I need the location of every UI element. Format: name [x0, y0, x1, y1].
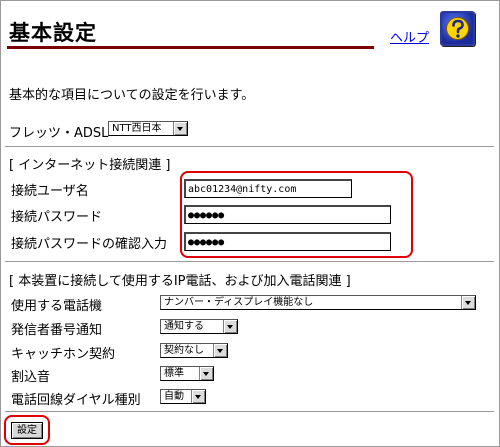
chevron-down-icon	[461, 296, 475, 309]
divider	[5, 411, 494, 412]
help-icon[interactable]	[440, 11, 475, 46]
chevron-down-icon	[199, 367, 213, 380]
password-label: 接続パスワード	[11, 210, 103, 225]
caller-id-value: 通知する	[164, 321, 204, 332]
interrupt-tone-value: 標準	[164, 368, 184, 379]
chevron-down-icon	[173, 122, 187, 135]
interrupt-tone-label: 割込音	[11, 370, 51, 385]
flets-select[interactable]: NTT西日本	[108, 121, 188, 136]
divider	[5, 261, 494, 262]
catch-phone-select[interactable]: 契約なし	[160, 343, 228, 358]
chevron-down-icon	[213, 344, 227, 357]
highlight-box-submit	[4, 415, 50, 445]
page-description: 基本的な項目についての設定を行います。	[9, 88, 255, 103]
title-underline	[7, 46, 374, 49]
highlight-box-credentials	[180, 171, 413, 258]
caller-id-label: 発信者番号通知	[11, 323, 103, 338]
internet-section-title: [ インターネット接続関連 ]	[9, 158, 171, 173]
divider	[5, 146, 494, 147]
help-link[interactable]: ヘルプ	[390, 27, 429, 46]
chevron-down-icon	[191, 390, 205, 403]
phone-device-value: ナンバー・ディスプレイ機能なし	[164, 297, 314, 308]
dial-type-label: 電話回線ダイヤル種別	[11, 393, 141, 408]
flets-label: フレッツ・ADSL	[9, 126, 109, 141]
user-name-label: 接続ユーザ名	[11, 184, 89, 199]
phone-section-title: [ 本装置に接続して使用するIP電話、および加入電話関連 ]	[9, 274, 351, 289]
dial-type-value: 自動	[164, 391, 184, 402]
flets-select-value: NTT西日本	[112, 123, 162, 134]
caller-id-select[interactable]: 通知する	[160, 319, 238, 334]
phone-device-label: 使用する電話機	[11, 299, 103, 314]
page-title: 基本設定	[9, 21, 97, 45]
catch-phone-label: キャッチホン契約	[11, 347, 116, 362]
interrupt-tone-select[interactable]: 標準	[160, 366, 214, 381]
phone-device-select[interactable]: ナンバー・ディスプレイ機能なし	[160, 295, 476, 310]
dial-type-select[interactable]: 自動	[160, 389, 206, 404]
catch-phone-value: 契約なし	[164, 345, 204, 356]
password-confirm-label: 接続パスワードの確認入力	[11, 237, 168, 252]
settings-panel: 基本設定 ヘルプ 基本的な項目についての設定を行います。 フレッツ・ADSL N…	[0, 0, 500, 447]
chevron-down-icon	[223, 320, 237, 333]
